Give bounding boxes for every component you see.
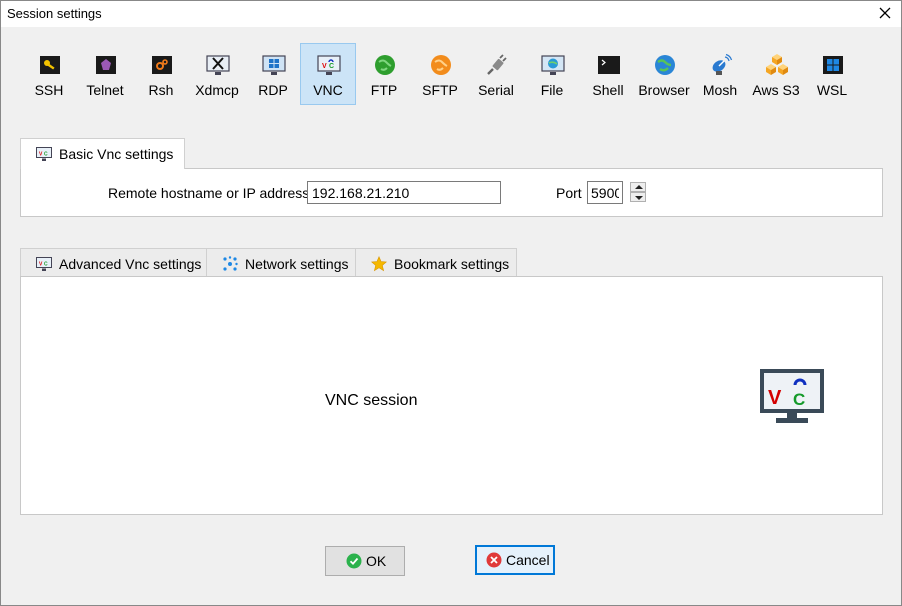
cancel-button[interactable]: Cancel <box>475 545 555 575</box>
session-type-file[interactable]: File <box>524 43 580 105</box>
tab-advanced-vnc-settings[interactable]: V C Advanced Vnc settings <box>20 248 207 277</box>
session-type-label: VNC <box>313 82 343 98</box>
session-type-label: WSL <box>816 82 848 98</box>
hostname-label: Remote hostname or IP address * <box>108 185 319 201</box>
svg-text:V: V <box>768 387 782 409</box>
port-stepper <box>630 182 646 203</box>
vnc-small-icon: V C <box>36 147 52 161</box>
tab-bookmark-settings[interactable]: Bookmark settings <box>355 248 517 277</box>
session-settings-dialog: Session settings SSH Telnet Rsh Xdmcp RD… <box>0 0 902 606</box>
window-title: Session settings <box>7 6 102 21</box>
tab-network-settings[interactable]: Network settings <box>206 248 356 277</box>
star-icon <box>371 256 387 272</box>
serial-plug-icon <box>487 54 507 75</box>
hostname-input[interactable] <box>307 181 501 204</box>
session-description-panel: VNC session V C <box>20 276 883 515</box>
session-type-browser[interactable]: Browser <box>636 43 692 105</box>
session-type-label: Shell <box>592 82 624 98</box>
rdp-icon <box>262 55 286 75</box>
telnet-icon <box>96 56 116 74</box>
xdmcp-icon <box>206 55 230 75</box>
session-description-text: VNC session <box>325 392 418 409</box>
tab-basic-vnc-settings[interactable]: V C Basic Vnc settings <box>20 138 185 169</box>
ok-button[interactable]: OK <box>325 546 405 576</box>
close-icon[interactable] <box>875 3 895 23</box>
session-type-aws-s3[interactable]: Aws S3 <box>748 43 804 105</box>
session-type-xdmcp[interactable]: Xdmcp <box>189 43 245 105</box>
network-icon <box>223 256 238 271</box>
aws-s3-cubes-icon <box>766 54 788 75</box>
session-type-label: Rsh <box>148 82 174 98</box>
wsl-windows-icon <box>823 56 843 74</box>
svg-text:C: C <box>793 390 805 409</box>
vnc-large-icon: V C <box>760 369 824 423</box>
sftp-globe-icon <box>431 55 451 75</box>
session-type-label: Serial <box>478 82 514 98</box>
vnc-icon: V C <box>317 55 341 75</box>
session-type-serial[interactable]: Serial <box>468 43 524 105</box>
port-increment-button[interactable] <box>630 182 646 192</box>
session-type-label: Telnet <box>86 82 124 98</box>
session-type-ftp[interactable]: FTP <box>356 43 412 105</box>
session-type-rsh[interactable]: Rsh <box>133 43 189 105</box>
check-icon <box>346 553 362 569</box>
tab-label: Network settings <box>245 256 349 272</box>
session-type-mosh[interactable]: Mosh <box>692 43 748 105</box>
vnc-small-icon: V C <box>36 257 52 271</box>
port-decrement-button[interactable] <box>630 192 646 202</box>
browser-globe-icon <box>655 55 675 75</box>
session-type-label: Mosh <box>702 82 738 98</box>
svg-text:V: V <box>322 63 327 70</box>
session-type-label: SSH <box>34 82 64 98</box>
session-type-label: File <box>540 82 564 98</box>
ok-label: OK <box>366 553 387 569</box>
cancel-icon <box>486 552 502 568</box>
session-type-label: Xdmcp <box>195 82 239 98</box>
session-type-label: Browser <box>638 82 690 98</box>
port-input[interactable] <box>587 181 623 204</box>
session-type-shell[interactable]: Shell <box>580 43 636 105</box>
shell-terminal-icon <box>598 56 620 74</box>
file-monitor-icon <box>541 55 565 75</box>
tab-label: Basic Vnc settings <box>59 146 174 162</box>
svg-text:C: C <box>44 262 48 268</box>
session-type-label: SFTP <box>422 82 458 98</box>
mosh-satellite-icon <box>712 53 733 75</box>
session-type-label: FTP <box>370 82 398 98</box>
session-type-wsl[interactable]: WSL <box>804 43 860 105</box>
tab-label: Advanced Vnc settings <box>59 256 202 272</box>
session-type-rdp[interactable]: RDP <box>245 43 301 105</box>
key-icon <box>40 56 60 74</box>
tab-label: Bookmark settings <box>394 256 510 272</box>
title-bar: Session settings <box>1 1 901 27</box>
session-type-telnet[interactable]: Telnet <box>77 43 133 105</box>
rsh-icon <box>152 56 172 74</box>
session-type-label: RDP <box>258 82 288 98</box>
session-type-vnc[interactable]: V C VNC <box>300 43 356 105</box>
svg-text:C: C <box>44 152 48 158</box>
basic-settings-panel: Remote hostname or IP address * Port <box>20 168 883 217</box>
cancel-label: Cancel <box>506 552 550 568</box>
session-type-ssh[interactable]: SSH <box>21 43 77 105</box>
session-type-sftp[interactable]: SFTP <box>412 43 468 105</box>
session-type-label: Aws S3 <box>752 82 800 98</box>
port-label: Port <box>556 185 582 201</box>
ftp-globe-icon <box>375 55 395 75</box>
svg-text:C: C <box>329 63 334 70</box>
